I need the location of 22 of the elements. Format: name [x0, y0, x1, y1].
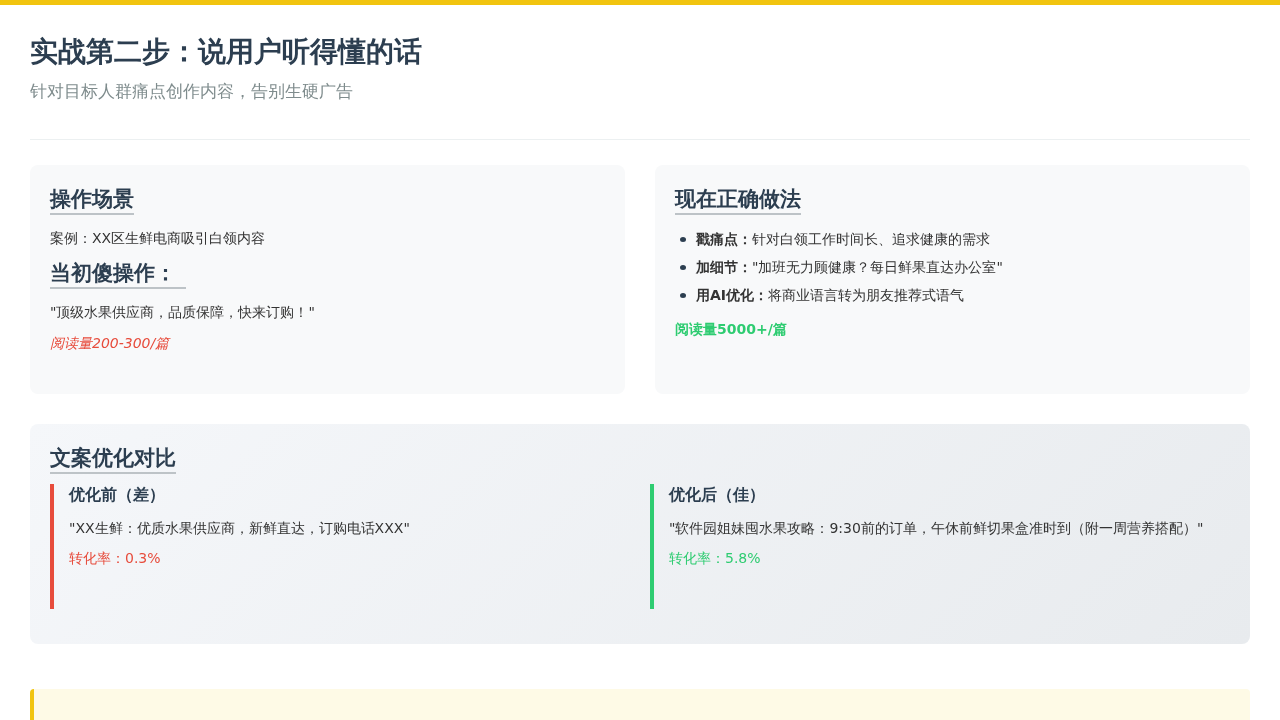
copy-text: "软件园姐妹囤水果攻略：9:30前的订单，午休前鲜切果盒准时到（附一周营养搭配）" [669, 519, 1205, 538]
list-item-text: 用AI优化：将商业语言转为朋友推荐式语气 [696, 286, 965, 305]
page-subtitle: 针对目标人群痛点创作内容，告别生硬广告 [30, 80, 354, 103]
list-item-text: 戳痛点：针对白领工作时间长、追求健康的需求 [696, 230, 990, 249]
copy-text: "XX生鲜：优质水果供应商，新鲜直达，订购电话XXX" [69, 519, 411, 538]
page-title: 实战第二步：说用户听得懂的话 [30, 35, 423, 69]
card-subheading: 当初傻操作： [50, 259, 186, 289]
conversion-rate: 转化率：5.8% [669, 550, 762, 568]
column-label: 优化后（佳） [669, 484, 766, 506]
metric-text: 阅读量5000+/篇 [675, 321, 788, 339]
column-label: 优化前（差） [69, 484, 166, 506]
list-item-text: 加细节："加班无力顾健康？每日鲜果直达办公室" [696, 258, 1003, 277]
card-text: "顶级水果供应商，品质保障，快来订购！" [50, 303, 316, 322]
card-title: 文案优化对比 [50, 444, 176, 474]
card-text: 案例：XX区生鲜电商吸引白领内容 [50, 229, 267, 248]
card-title: 现在正确做法 [675, 185, 801, 215]
bullet-icon [680, 236, 686, 242]
card-title: 操作场景 [50, 185, 134, 215]
conversion-rate: 转化率：0.3% [69, 550, 162, 568]
metric-text: 阅读量200-300/篇 [50, 335, 172, 353]
bullet-icon [680, 264, 686, 270]
bullet-icon [680, 292, 686, 298]
